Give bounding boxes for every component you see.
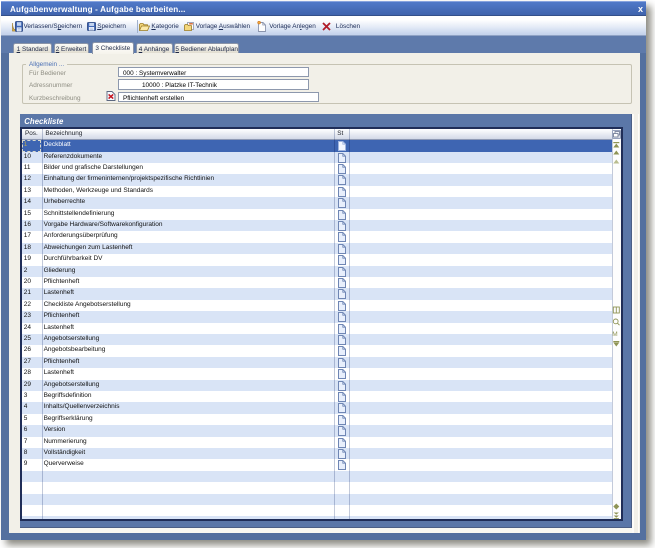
svg-text:M: M <box>612 331 617 337</box>
